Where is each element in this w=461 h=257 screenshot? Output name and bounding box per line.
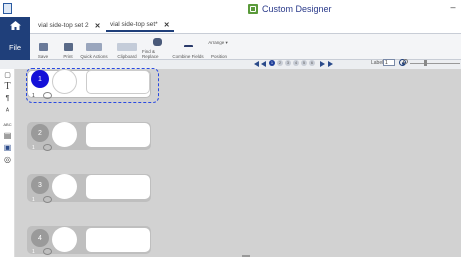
- shape-tool-icon[interactable]: ◎: [3, 155, 12, 164]
- quick-actions-button[interactable]: Quick Actions: [80, 35, 108, 59]
- label-number-badge: 4: [31, 229, 49, 247]
- save-label: Save: [37, 54, 49, 59]
- label-circle-field[interactable]: [52, 174, 77, 199]
- zoom-slider[interactable]: [410, 63, 460, 64]
- tab-label: vial side-top set*: [110, 21, 158, 28]
- label-number-badge: 2: [31, 124, 49, 142]
- label-text-field[interactable]: [86, 123, 150, 147]
- table-tool-icon[interactable]: ▤: [3, 131, 12, 140]
- minimize-button[interactable]: –: [448, 3, 458, 13]
- next-page-icon[interactable]: [320, 61, 325, 67]
- print-icon: [63, 43, 73, 51]
- tab-close-icon[interactable]: ✕: [164, 21, 170, 29]
- window-title: Custom Designer: [248, 2, 332, 15]
- tab-vial-side-top-set[interactable]: vial side-top set* ✕: [106, 19, 174, 32]
- clipboard-icon: [117, 43, 137, 51]
- barcode-tool-icon[interactable]: ABC: [2, 120, 13, 129]
- combine-fields-label: Combine Fields: [172, 54, 204, 59]
- page-1-button[interactable]: 1: [269, 60, 275, 66]
- page-5-button[interactable]: 5: [301, 60, 307, 66]
- zoom-slider-thumb[interactable]: [424, 60, 427, 66]
- first-page-icon[interactable]: [254, 61, 259, 67]
- label-number-input[interactable]: 1: [383, 59, 395, 66]
- rich-text-tool-icon[interactable]: ¶: [3, 94, 12, 103]
- clipboard-label: Clipboard: [117, 54, 137, 59]
- window-title-text: Custom Designer: [262, 3, 332, 14]
- combine-icon: [183, 45, 193, 51]
- select-tool-icon[interactable]: ▢: [3, 71, 12, 80]
- position-group: Position: [208, 35, 230, 59]
- home-button[interactable]: [0, 17, 30, 34]
- home-icon: [9, 21, 21, 30]
- title-bar: [0, 0, 461, 17]
- clipboard-button[interactable]: Clipboard: [112, 35, 142, 59]
- quick-actions-icon: [86, 43, 102, 51]
- tab-vial-side-top-set-2[interactable]: vial side-top set 2 ✕: [34, 19, 106, 32]
- file-button[interactable]: File: [0, 34, 30, 60]
- quantity-spinner-icon[interactable]: [43, 196, 52, 203]
- print-button[interactable]: Print: [60, 35, 76, 59]
- page-4-button[interactable]: 4: [293, 60, 299, 66]
- image-tool-icon[interactable]: ▣: [3, 143, 12, 152]
- quick-actions-label: Quick Actions: [80, 54, 108, 59]
- find-replace-label: Find & Replace: [142, 49, 159, 59]
- label-text-field[interactable]: [86, 175, 150, 199]
- combine-fields-button[interactable]: Combine Fields: [172, 35, 204, 59]
- find-replace-button[interactable]: Find & Replace: [142, 35, 172, 59]
- label-text-field[interactable]: [86, 228, 150, 252]
- position-label: Position: [210, 54, 227, 59]
- quantity-spinner-icon[interactable]: [43, 248, 52, 255]
- label-quantity: 1: [32, 145, 35, 151]
- label-quantity: 1: [32, 249, 35, 255]
- label-circle-field[interactable]: [52, 122, 77, 147]
- label-quantity: 1: [32, 197, 35, 203]
- save-button[interactable]: Save: [34, 35, 52, 59]
- save-icon: [38, 43, 48, 51]
- prev-page-icon[interactable]: [261, 61, 266, 67]
- label-number-badge: 3: [31, 176, 49, 194]
- print-label: Print: [63, 54, 73, 59]
- quantity-spinner-icon[interactable]: [43, 144, 52, 151]
- last-page-icon[interactable]: [328, 61, 333, 67]
- page-2-button[interactable]: 2: [277, 60, 283, 66]
- binoculars-icon: [152, 38, 162, 46]
- app-icon: [3, 3, 12, 14]
- tab-close-icon[interactable]: ✕: [95, 22, 101, 30]
- selection-box: [26, 68, 159, 103]
- text-tool-icon[interactable]: T: [3, 82, 12, 92]
- vertical-text-tool-icon[interactable]: ᴬ: [3, 107, 12, 116]
- label-circle-field[interactable]: [52, 227, 77, 252]
- page-6-button[interactable]: 6: [309, 60, 315, 66]
- page-3-button[interactable]: 3: [285, 60, 291, 66]
- designer-icon: [248, 3, 258, 14]
- tab-label: vial side-top set 2: [38, 22, 89, 29]
- zoom-icon: [403, 59, 408, 64]
